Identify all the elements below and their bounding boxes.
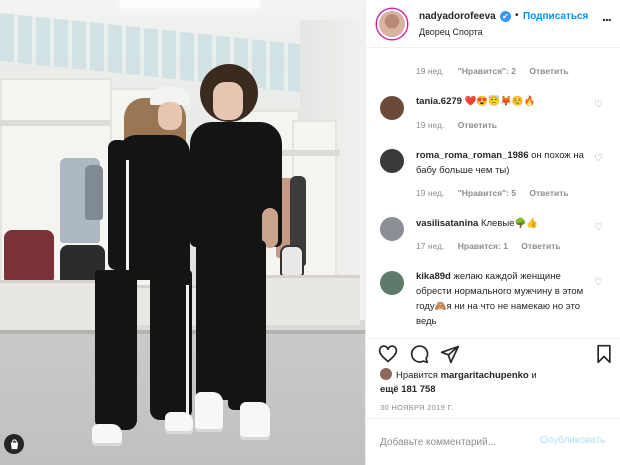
heart-icon[interactable]: ♡ xyxy=(594,278,604,288)
comment-time: 19 нед. xyxy=(416,120,445,130)
liker-username[interactable]: margaritachupenko xyxy=(441,370,529,381)
post-actions xyxy=(366,338,620,368)
add-comment-bar: Опубликовать xyxy=(366,418,620,465)
comment-body: vasilisatanina Клевые🌳👍 xyxy=(416,216,591,231)
post-location[interactable]: Дворец Спорта xyxy=(419,27,483,37)
reply-button[interactable]: Ответить xyxy=(529,188,568,198)
commenter-avatar[interactable] xyxy=(380,96,404,120)
shopping-bag-icon[interactable] xyxy=(4,434,24,454)
comment-text: Клевые🌳👍 xyxy=(480,218,539,229)
comment-meta: 19 нед. "Нравится": 2 Ответить xyxy=(416,66,580,76)
comment-likes[interactable]: Нравится: 1 xyxy=(458,241,508,251)
comment-meta: 19 нед. "Нравится": 5 Ответить xyxy=(416,188,580,198)
post-date[interactable]: 30 НОЯБРЯ 2019 Г. xyxy=(380,403,453,412)
heart-icon[interactable]: ♡ xyxy=(594,223,604,233)
follow-button[interactable]: Подписаться xyxy=(523,11,588,22)
comment-likes[interactable]: "Нравится": 5 xyxy=(458,188,516,198)
commenter-username[interactable]: vasilisatanina xyxy=(416,218,478,229)
comment-body: roma_roma_roman_1986 он похож на бабу бо… xyxy=(416,148,591,178)
comment-time: 19 нед. xyxy=(416,188,445,198)
comment-meta: 19 нед. Ответить xyxy=(416,120,508,130)
commenter-username[interactable]: roma_roma_roman_1986 xyxy=(416,150,528,161)
verified-badge-icon: ✔ xyxy=(500,11,511,22)
post-side-panel: nadyadorofeeva ✔ • Подписаться Дворец Сп… xyxy=(365,0,620,465)
comments-list[interactable]: 19 нед. "Нравится": 2 Ответить tania.627… xyxy=(366,48,620,338)
commenter-username[interactable]: kika89d xyxy=(416,271,451,282)
comment-time: 19 нед. xyxy=(416,66,445,76)
commenter-avatar[interactable] xyxy=(380,217,404,241)
commenter-avatar[interactable] xyxy=(380,149,404,173)
share-icon[interactable] xyxy=(440,344,460,364)
likes-conj: и xyxy=(531,370,537,381)
comment-icon[interactable] xyxy=(409,344,429,364)
photo-bag xyxy=(4,230,54,282)
author-avatar[interactable] xyxy=(377,9,407,39)
comment-body: tania.6279 ❤️😍😇🦊☺️🔥 xyxy=(416,94,591,109)
comment-time: 17 нед. xyxy=(416,241,445,251)
photo-bag xyxy=(280,245,304,277)
more-options-icon[interactable]: ... xyxy=(602,8,612,24)
heart-icon[interactable]: ♡ xyxy=(594,100,604,110)
commenter-username[interactable]: tania.6279 xyxy=(416,96,462,107)
likes-summary[interactable]: Нравится margaritachupenko и ещё 181 758 xyxy=(380,368,610,397)
comment-meta: 17 нед. Нравится: 1 Ответить xyxy=(416,241,572,251)
likes-count[interactable]: ещё 181 758 xyxy=(380,384,436,395)
photo-shelf xyxy=(0,120,112,126)
comment-text: ❤️😍😇🦊☺️🔥 xyxy=(464,96,536,107)
photo-jacket xyxy=(85,165,103,220)
photo-ceiling-light xyxy=(120,0,260,8)
reply-button[interactable]: Ответить xyxy=(458,120,497,130)
author-username[interactable]: nadyadorofeeva xyxy=(419,11,496,22)
comment-input[interactable] xyxy=(380,434,540,450)
header-separator: • xyxy=(515,10,519,21)
commenter-avatar[interactable] xyxy=(380,271,404,295)
reply-button[interactable]: Ответить xyxy=(529,66,568,76)
comment-likes[interactable]: "Нравится": 2 xyxy=(458,66,516,76)
reply-button[interactable]: Ответить xyxy=(521,241,560,251)
like-heart-icon[interactable] xyxy=(378,344,398,364)
heart-icon[interactable]: ♡ xyxy=(594,154,604,164)
comment-body: kika89d желаю каждой женщине обрести нор… xyxy=(416,269,591,329)
liker-avatar xyxy=(380,368,392,380)
publish-button[interactable]: Опубликовать xyxy=(540,435,605,446)
post-header: nadyadorofeeva ✔ • Подписаться Дворец Сп… xyxy=(366,0,620,48)
post-photo[interactable] xyxy=(0,0,365,465)
likes-prefix: Нравится xyxy=(396,370,438,381)
bookmark-icon[interactable] xyxy=(595,344,615,364)
